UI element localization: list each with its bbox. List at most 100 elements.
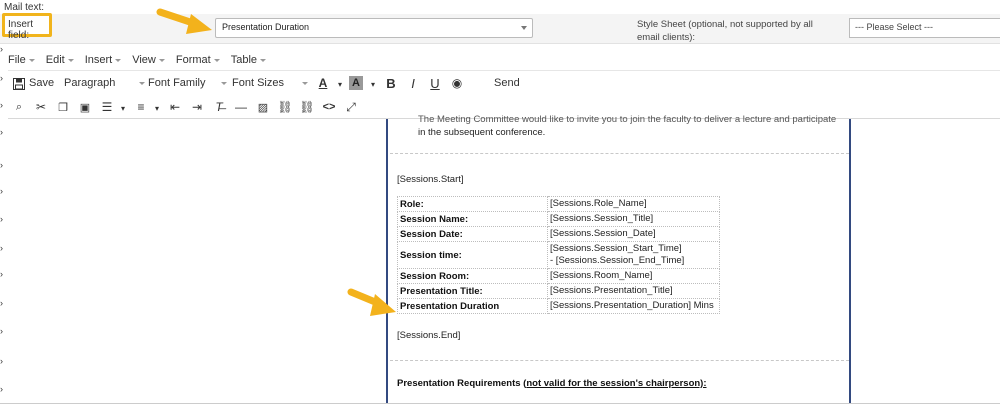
gutter-marker-icon: › xyxy=(0,243,3,253)
gutter-marker-icon: › xyxy=(0,214,3,224)
menu-insert-label: Insert xyxy=(84,54,113,66)
gutter-marker-icon: › xyxy=(0,384,3,394)
editor-toolbar-row-1: Save Paragraph Font Family Font Sizes A … xyxy=(0,72,1000,96)
find-replace-icon[interactable]: ⌕ xyxy=(12,100,26,114)
chevron-down-icon[interactable]: ▾ xyxy=(366,77,380,91)
horizontal-line-icon[interactable]: — xyxy=(234,100,248,114)
editor-menubar: File Edit Insert View Format Table xyxy=(8,52,277,68)
preview-eye-icon[interactable]: ◉ xyxy=(450,76,464,90)
document-page[interactable]: The Meeting Committee would like to invi… xyxy=(386,114,851,403)
row-key: Presentation Title: xyxy=(397,283,548,299)
menu-table[interactable]: Table xyxy=(230,52,267,68)
chevron-down-icon[interactable]: ▾ xyxy=(333,77,347,91)
row-key: Session time: xyxy=(397,241,548,269)
gutter-marker-icon: › xyxy=(0,298,3,308)
font-sizes-dropdown[interactable]: Font Sizes xyxy=(232,77,308,89)
font-family-dropdown[interactable]: Font Family xyxy=(148,77,228,89)
requirements-prefix: Presentation Requirements ( xyxy=(397,378,527,389)
save-icon[interactable] xyxy=(12,77,26,91)
intro-line-2: in the subsequent conference. xyxy=(418,127,546,138)
menu-file[interactable]: File xyxy=(8,52,35,68)
italic-icon[interactable]: I xyxy=(406,76,420,91)
save-button[interactable]: Save xyxy=(29,77,54,89)
gutter-marker-icon: › xyxy=(0,269,3,279)
row-value: [Sessions.Presentation_Duration] Mins xyxy=(547,298,720,314)
section-divider xyxy=(390,360,849,361)
table-row: Role: [Sessions.Role_Name] xyxy=(397,196,720,212)
chevron-down-icon[interactable]: ▾ xyxy=(150,101,164,115)
numbered-list-icon[interactable]: ≡ xyxy=(134,100,148,114)
row-value: [Sessions.Session_Date] xyxy=(547,226,720,242)
menu-view[interactable]: View xyxy=(132,52,165,68)
row-value: [Sessions.Role_Name] xyxy=(547,196,720,212)
sessions-table: Role: [Sessions.Role_Name] Session Name:[… xyxy=(397,196,720,314)
annotation-arrow-icon xyxy=(156,8,212,34)
chevron-down-icon xyxy=(115,58,122,62)
chevron-down-icon xyxy=(301,81,308,85)
row-value: [Sessions.Session_Title] xyxy=(547,211,720,227)
bold-icon[interactable]: B xyxy=(384,76,398,91)
paragraph-label: Paragraph xyxy=(64,77,116,89)
insert-field-select[interactable]: Presentation Duration xyxy=(215,18,533,38)
presentation-requirements-heading: Presentation Requirements (not valid for… xyxy=(397,378,707,389)
menu-edit[interactable]: Edit xyxy=(46,52,74,68)
text-color-icon[interactable]: A xyxy=(316,76,330,90)
bullet-list-icon[interactable]: ☰ xyxy=(100,100,114,114)
unlink-icon[interactable]: ⛓ xyxy=(299,100,314,114)
row-value: [Sessions.Session_Start_Time] - [Sessions… xyxy=(547,241,720,269)
gutter-marker-icon: › xyxy=(0,356,3,366)
menu-format[interactable]: Format xyxy=(176,52,220,68)
link-icon[interactable]: ⛓ xyxy=(277,100,292,114)
style-sheet-selected-value: --- Please Select --- xyxy=(855,22,934,32)
outdent-icon[interactable]: ⇤ xyxy=(168,100,182,114)
row-key: Session Name: xyxy=(397,211,548,227)
menu-format-label: Format xyxy=(175,54,211,66)
style-sheet-label: Style Sheet (optional, not supported by … xyxy=(637,19,813,43)
paste-icon[interactable]: ▣ xyxy=(78,100,92,114)
gutter-marker-icon: › xyxy=(0,186,3,196)
image-icon[interactable]: ▨ xyxy=(256,100,270,114)
chevron-down-icon xyxy=(158,58,165,62)
chevron-down-icon xyxy=(139,81,146,85)
menu-file-label: File xyxy=(8,54,26,66)
clear-formatting-icon[interactable]: T̶ xyxy=(212,100,226,114)
table-row: Presentation Duration [Sessions.Presentat… xyxy=(397,298,720,314)
background-color-icon[interactable]: A xyxy=(349,76,363,90)
send-button[interactable]: Send xyxy=(494,77,520,89)
row-value-line-2: - [Sessions.Session_End_Time] xyxy=(550,255,685,266)
row-value-line-1: [Sessions.Session_Start_Time] xyxy=(550,243,682,254)
font-family-label: Font Family xyxy=(148,77,206,89)
menubar-divider xyxy=(8,70,1000,71)
table-row: Presentation Title: [Sessions.Presentatio… xyxy=(397,283,720,299)
chevron-down-icon[interactable]: ▾ xyxy=(116,101,130,115)
font-sizes-label: Font Sizes xyxy=(232,77,284,89)
row-key: Presentation Duration xyxy=(397,298,548,314)
requirements-underlined: not valid for the session's chairperson)… xyxy=(526,378,707,389)
mail-text-label: Mail text: xyxy=(4,2,45,13)
table-row: Session Room: [Sessions.Room_Name] xyxy=(397,268,720,284)
menu-table-label: Table xyxy=(230,54,258,66)
gutter-marker-icon: › xyxy=(0,326,3,336)
table-row: Session time: [Sessions.Session_Start_Tim… xyxy=(397,241,720,269)
indent-icon[interactable]: ⇥ xyxy=(190,100,204,114)
copy-icon[interactable]: ❐ xyxy=(56,100,70,114)
row-key: Session Room: xyxy=(397,268,548,284)
paragraph-dropdown[interactable]: Paragraph xyxy=(64,77,146,89)
annotation-arrow-icon xyxy=(347,288,396,316)
menu-view-label: View xyxy=(132,54,156,66)
style-sheet-select[interactable]: --- Please Select --- xyxy=(849,18,1000,38)
table-row: Session Date: [Sessions.Session_Date] xyxy=(397,226,720,242)
menu-edit-label: Edit xyxy=(45,54,65,66)
chevron-down-icon xyxy=(213,58,220,62)
insert-field-label: Insert field: xyxy=(2,13,52,41)
intro-line-1: The Meeting Committee would like to invi… xyxy=(418,114,837,125)
cut-icon[interactable]: ✂ xyxy=(34,100,48,114)
fullscreen-icon[interactable]: ⤢ xyxy=(344,100,358,114)
section-divider xyxy=(390,153,849,154)
sessions-start-tag: [Sessions.Start] xyxy=(397,174,464,185)
source-code-icon[interactable]: <> xyxy=(322,100,336,114)
underline-icon[interactable]: U xyxy=(428,76,442,91)
menu-insert[interactable]: Insert xyxy=(85,52,122,68)
chevron-down-icon xyxy=(221,81,228,85)
chevron-down-icon xyxy=(28,58,35,62)
